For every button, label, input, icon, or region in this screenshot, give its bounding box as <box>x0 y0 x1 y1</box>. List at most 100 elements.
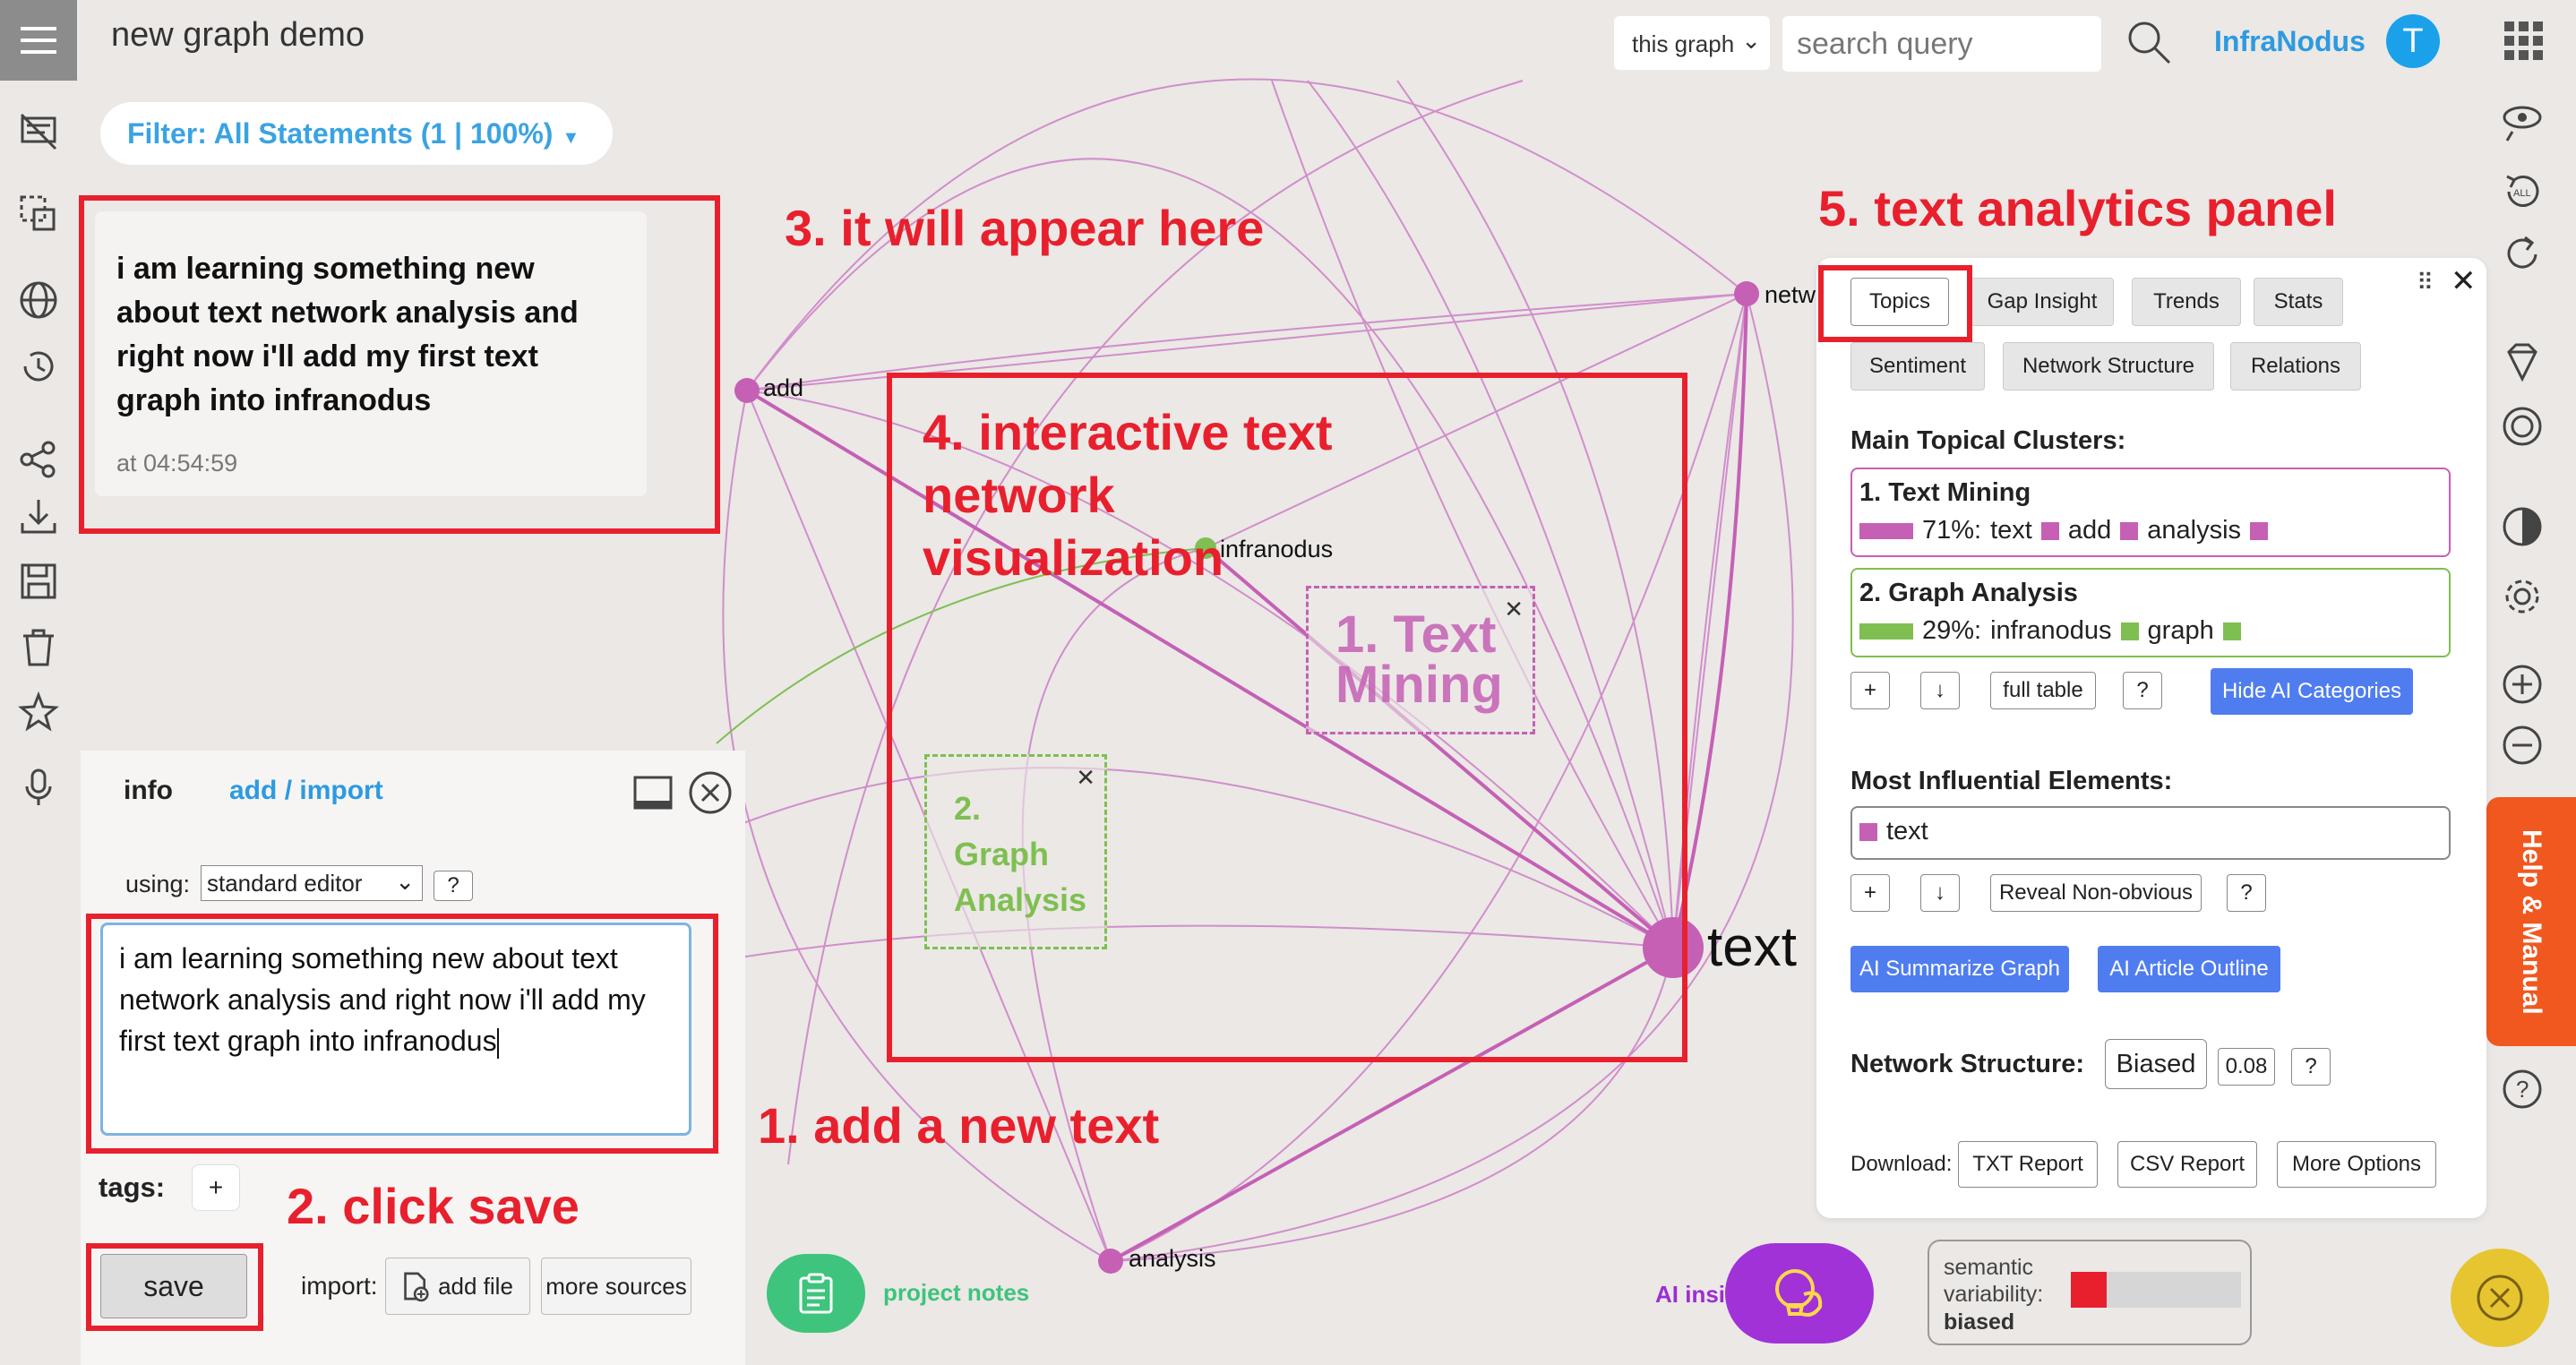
editor-type-select[interactable]: standard editor ⌄ <box>201 865 423 901</box>
reset-all-button[interactable]: ALL <box>2495 165 2549 219</box>
full-table-button[interactable]: full table <box>1990 672 2096 709</box>
brand-logo[interactable]: InfraNodus <box>2214 25 2366 58</box>
select-area-button[interactable] <box>14 190 63 238</box>
close-editor-button[interactable] <box>688 770 733 815</box>
structure-help-button[interactable]: ? <box>2291 1048 2331 1086</box>
history-button[interactable] <box>14 342 63 391</box>
apps-grid-button[interactable] <box>2503 20 2546 63</box>
minimize-button[interactable] <box>632 772 674 813</box>
undo-all-icon: ALL <box>2506 175 2539 207</box>
global-button[interactable] <box>14 276 63 324</box>
avatar[interactable]: T <box>2386 14 2440 68</box>
color-swatch <box>2250 521 2269 540</box>
target-button[interactable] <box>2495 399 2549 453</box>
node-add[interactable] <box>734 378 760 403</box>
refresh-icon <box>2507 236 2537 269</box>
reveal-non-obvious-button[interactable]: Reveal Non-obvious <box>1990 874 2202 912</box>
influential-help-button[interactable]: ? <box>2227 874 2266 912</box>
node-network[interactable] <box>1734 281 1759 306</box>
favorite-button[interactable] <box>14 688 63 736</box>
color-swatch <box>2222 622 2241 640</box>
cluster-word[interactable]: add <box>2068 516 2111 545</box>
close-all-button[interactable] <box>2451 1249 2549 1347</box>
expand-clusters-button[interactable]: + <box>1850 672 1890 709</box>
editor-type-value: standard editor <box>207 870 363 897</box>
txt-report-button[interactable]: TXT Report <box>1958 1141 2098 1188</box>
clusters-help-button[interactable]: ? <box>2123 672 2162 709</box>
diamond-icon <box>2507 343 2537 382</box>
drag-handle-icon[interactable]: ⠿ <box>2417 269 2434 296</box>
variability-fill <box>2071 1272 2107 1308</box>
add-tag-button[interactable]: + <box>192 1164 240 1211</box>
zoom-out-button[interactable] <box>2495 718 2549 772</box>
target-icon <box>2503 407 2542 446</box>
statement-filter[interactable]: Filter: All Statements (1 | 100%) ▼ <box>100 102 613 165</box>
color-swatch <box>2120 521 2139 540</box>
ai-article-outline-button[interactable]: AI Article Outline <box>2098 946 2280 992</box>
annotation-step-2: 2. click save <box>287 1178 580 1234</box>
graph-title[interactable]: new graph demo <box>111 16 365 55</box>
svg-text:ALL: ALL <box>2513 188 2531 199</box>
search-scope-select[interactable]: this graph ⌄ <box>1614 16 1770 70</box>
caret-down-icon: ▼ <box>562 128 580 148</box>
tab-stats[interactable]: Stats <box>2254 278 2343 326</box>
hamburger-menu-button[interactable] <box>0 0 77 81</box>
hide-ai-categories-button[interactable]: Hide AI Categories <box>2211 668 2413 715</box>
project-notes-label[interactable]: project notes <box>883 1279 1029 1307</box>
ai-summarize-button[interactable]: AI Summarize Graph <box>1850 946 2069 992</box>
ai-insight-button[interactable] <box>1725 1243 1874 1344</box>
tab-sentiment[interactable]: Sentiment <box>1850 342 1985 391</box>
cluster-word[interactable]: analysis <box>2147 516 2241 545</box>
search-button[interactable] <box>2125 18 2173 66</box>
chevron-down-icon: ⌄ <box>395 868 415 895</box>
close-panel-button[interactable]: ✕ <box>2451 263 2477 299</box>
more-options-button[interactable]: More Options <box>2277 1141 2436 1188</box>
download-clusters-button[interactable]: ↓ <box>1920 672 1960 709</box>
save-graph-button[interactable] <box>14 557 63 605</box>
add-file-button[interactable]: add file <box>385 1258 530 1315</box>
cluster-word[interactable]: text <box>1990 516 2032 545</box>
tab-info[interactable]: info <box>124 776 173 806</box>
more-sources-button[interactable]: more sources <box>541 1258 691 1315</box>
expand-influential-button[interactable]: + <box>1850 874 1890 912</box>
zoom-in-button[interactable] <box>2495 657 2549 711</box>
share-button[interactable] <box>14 435 63 484</box>
editor-help-button[interactable]: ? <box>434 871 473 901</box>
microphone-icon <box>25 768 52 805</box>
help-button[interactable]: ? <box>2495 1062 2549 1116</box>
cluster-words: 29%: infranodus graph <box>1859 616 2241 646</box>
structure-value[interactable]: Biased <box>2105 1039 2207 1089</box>
download-influential-button[interactable]: ↓ <box>1920 874 1960 912</box>
contrast-button[interactable] <box>2495 500 2549 554</box>
refresh-button[interactable] <box>2495 228 2549 281</box>
topical-clusters-heading: Main Topical Clusters: <box>1850 426 2126 455</box>
voice-button[interactable] <box>14 763 63 811</box>
cluster-word[interactable]: infranodus <box>1990 616 2111 646</box>
semantic-variability-indicator[interactable]: semantic variability: biased <box>1928 1240 2252 1345</box>
delete-button[interactable] <box>14 623 63 672</box>
focus-view-button[interactable] <box>2495 95 2549 149</box>
hide-statements-button[interactable] <box>14 107 63 156</box>
tags-label: tags: <box>99 1172 166 1203</box>
tab-gap-insight[interactable]: Gap Insight <box>1971 278 2114 326</box>
influential-item[interactable]: text <box>1859 817 1928 846</box>
tab-relations[interactable]: Relations <box>2230 342 2361 391</box>
project-notes-button[interactable] <box>767 1254 865 1333</box>
tab-network-structure[interactable]: Network Structure <box>2003 342 2214 391</box>
premium-button[interactable] <box>2495 335 2549 389</box>
cluster-word[interactable]: graph <box>2148 616 2214 646</box>
download-button[interactable] <box>14 493 63 541</box>
node-label-text: text <box>1707 916 1797 978</box>
csv-report-button[interactable]: CSV Report <box>2117 1141 2257 1188</box>
node-analysis[interactable] <box>1098 1249 1123 1274</box>
help-manual-tab[interactable]: Help & Manual <box>2486 797 2576 1046</box>
tab-trends[interactable]: Trends <box>2132 278 2241 326</box>
search-icon <box>2128 21 2171 64</box>
node-label-add: add <box>763 374 804 401</box>
gear-icon <box>2505 579 2539 614</box>
no-comment-icon <box>20 113 57 150</box>
tab-add-import[interactable]: add / import <box>229 776 383 806</box>
cluster-percent: 29%: <box>1922 616 1982 645</box>
settings-button[interactable] <box>2495 570 2549 623</box>
search-input[interactable] <box>1782 16 2101 72</box>
